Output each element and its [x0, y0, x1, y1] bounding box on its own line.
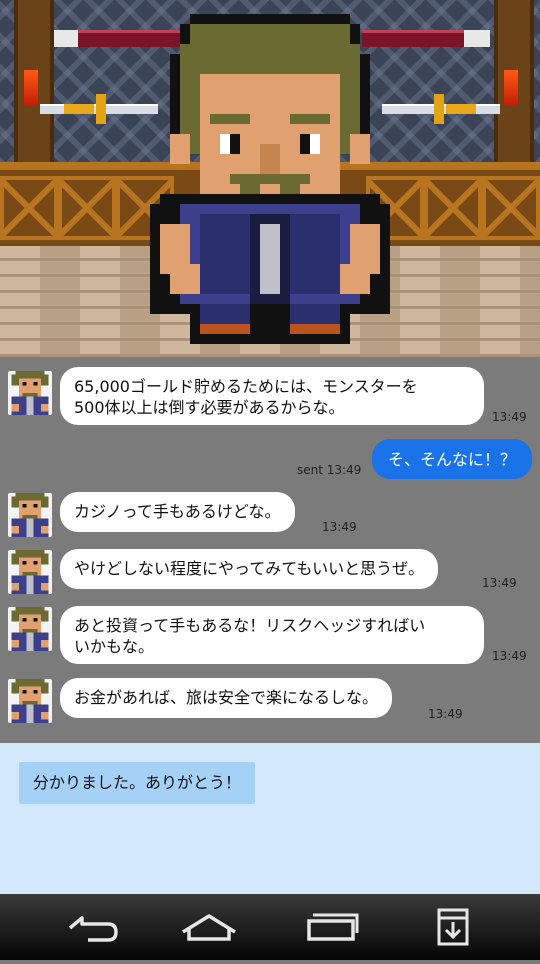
bearded-warrior-character-icon	[150, 14, 390, 344]
reply-choice-button[interactable]: 分かりました。ありがとう！	[19, 762, 256, 804]
torch-right-icon	[504, 70, 518, 106]
message-line: お金があれば、旅は安全で楽になるしな。	[74, 688, 379, 707]
npc-message-bubble: やけどしない程度にやってみてもいいと思うぜ。	[60, 549, 439, 589]
npc-avatar-icon	[8, 679, 52, 723]
message-time: 13:49	[492, 649, 527, 663]
message-line: あと投資って手もあるな！リスクヘッジすればい	[74, 616, 426, 635]
npc-message: あと投資って手もあるな！リスクヘッジすればい いかもな。 13:49	[0, 605, 540, 669]
npc-avatar-icon	[8, 371, 52, 415]
npc-message: お金があれば、旅は安全で楽になるしな。 13:49	[0, 677, 540, 725]
chat-log[interactable]: 65,000ゴールド貯めるためには、モンスターを 500体以上は倒す必要があるか…	[0, 357, 540, 743]
sword-right-hilt	[434, 94, 444, 124]
sword-left-grip	[64, 104, 94, 114]
android-nav-bar	[0, 894, 540, 960]
npc-avatar-icon	[8, 493, 52, 537]
npc-message-bubble: あと投資って手もあるな！リスクヘッジすればい いかもな。	[60, 606, 484, 664]
message-line: カジノって手もあるけどな。	[74, 502, 281, 521]
back-button[interactable]	[38, 894, 138, 960]
player-message-bubble: そ、そんなに！？	[371, 439, 532, 479]
message-line: やけどしない程度にやってみてもいいと思うぜ。	[74, 559, 425, 578]
message-time: sent 13:49	[297, 463, 362, 477]
home-icon	[182, 914, 236, 941]
npc-message: カジノって手もあるけどな。 13:49	[0, 491, 540, 539]
message-line: 500体以上は倒す必要があるからな。	[74, 398, 345, 417]
game-scene	[0, 0, 540, 357]
torch-left-icon	[24, 70, 38, 106]
npc-message-bubble: 65,000ゴールド貯めるためには、モンスターを 500体以上は倒す必要があるか…	[60, 367, 484, 425]
download-icon	[437, 908, 469, 946]
sword-right-grip	[446, 104, 476, 114]
message-time: 13:49	[428, 707, 463, 721]
download-button[interactable]	[403, 894, 503, 960]
npc-message-bubble: お金があれば、旅は安全で楽になるしな。	[60, 678, 393, 718]
choice-panel: 分かりました。ありがとう！	[0, 743, 540, 894]
npc-avatar-icon	[8, 607, 52, 651]
npc-avatar-icon	[8, 550, 52, 594]
npc-message: 65,000ゴールド貯めるためには、モンスターを 500体以上は倒す必要があるか…	[0, 367, 540, 429]
message-line: いかもな。	[74, 637, 155, 656]
player-message: sent 13:49 そ、そんなに！？	[0, 439, 540, 481]
message-time: 13:49	[322, 520, 357, 534]
npc-message-bubble: カジノって手もあるけどな。	[60, 492, 295, 532]
npc-message: やけどしない程度にやってみてもいいと思うぜ。 13:49	[0, 548, 540, 596]
message-time: 13:49	[492, 410, 527, 424]
back-icon	[68, 916, 118, 942]
message-time: 13:49	[482, 576, 517, 590]
sword-left-hilt	[96, 94, 106, 124]
recents-icon	[307, 913, 359, 941]
message-line: 65,000ゴールド貯めるためには、モンスターを	[74, 377, 418, 396]
recents-button[interactable]	[281, 894, 381, 960]
home-button[interactable]	[159, 894, 259, 960]
